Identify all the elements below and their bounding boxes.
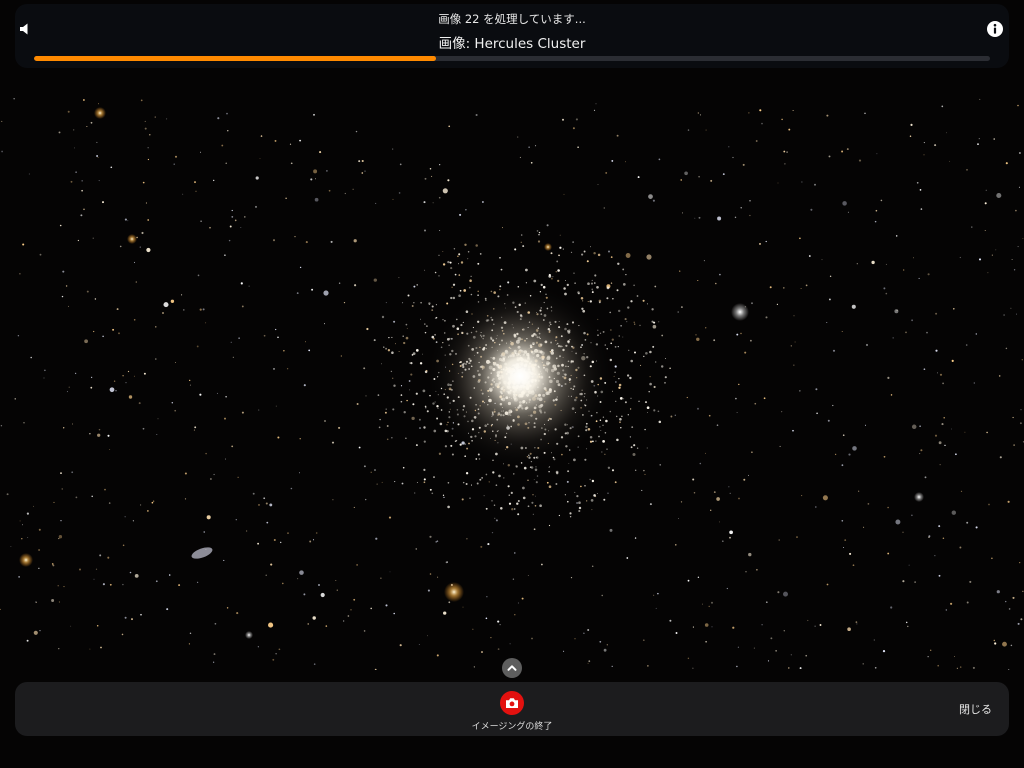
chevron-up-icon[interactable] — [502, 658, 522, 678]
processing-status-text: 画像 22 を処理しています... — [438, 12, 586, 26]
imaging-screen: 画像 22 を処理しています... 画像: Hercules Cluster イ… — [0, 0, 1024, 768]
cluster-core — [425, 281, 615, 471]
stop-imaging-button[interactable]: イメージングの終了 — [462, 688, 562, 734]
stop-imaging-label: イメージングの終了 — [471, 722, 553, 732]
hercules-cluster-image — [0, 98, 1024, 670]
close-button[interactable]: 閉じる — [959, 701, 992, 717]
image-name-text: 画像: Hercules Cluster — [438, 36, 586, 52]
progress-bar — [34, 56, 990, 61]
imaging-control-bar: イメージングの終了 閉じる — [15, 682, 1009, 736]
progress-bar-fill — [34, 56, 436, 61]
camera-icon — [500, 691, 524, 715]
processing-status-panel: 画像 22 を処理しています... 画像: Hercules Cluster — [15, 4, 1009, 68]
info-icon[interactable] — [982, 16, 1008, 42]
